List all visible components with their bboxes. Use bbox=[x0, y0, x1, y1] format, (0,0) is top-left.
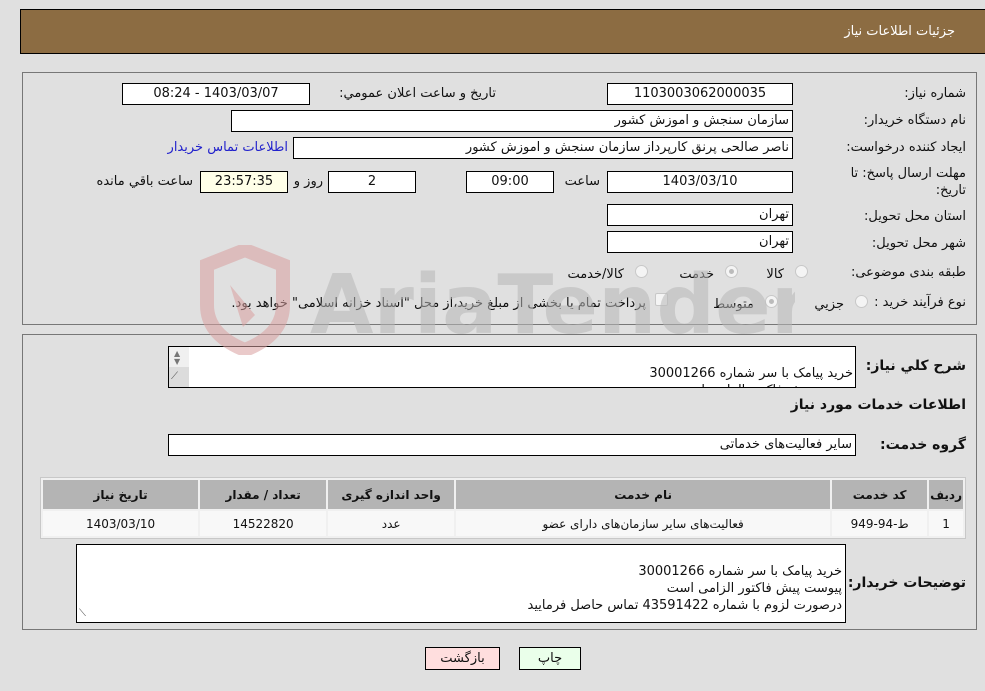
resize-grip-icon[interactable]: ⟋ bbox=[169, 367, 189, 387]
days-field: 2 bbox=[328, 171, 416, 193]
announce-label: تاریخ و ساعت اعلان عمومي: bbox=[339, 86, 496, 101]
days-label: روز و bbox=[293, 174, 323, 189]
cell-row-number: 1 bbox=[929, 511, 963, 536]
page-title: جزئیات اطلاعات نیاز bbox=[844, 24, 955, 39]
cell-quantity: 14522820 bbox=[200, 511, 327, 536]
need-number-label: شماره نیاز: bbox=[904, 86, 966, 101]
summary-textarea[interactable]: خرید پیامک با سر شماره 30001266 پیوست پی… bbox=[168, 346, 856, 388]
services-section-title: اطلاعات خدمات مورد نیاز bbox=[790, 397, 966, 413]
city-label: شهر محل تحویل: bbox=[871, 236, 966, 251]
city-field: تهران bbox=[607, 231, 793, 253]
creator-label: ایجاد کننده درخواست: bbox=[846, 140, 966, 155]
summary-scrollbar[interactable]: ▲ ▼ ⟋ bbox=[169, 347, 189, 387]
back-button[interactable]: بازگشت bbox=[425, 647, 500, 670]
remaining-label: ساعت باقي مانده bbox=[96, 174, 193, 189]
table-row: 1 ط-94-949 فعالیت‌های سایر سازمان‌های دا… bbox=[43, 511, 963, 536]
services-table: ردیف کد خدمت نام خدمت واحد اندازه گیری ت… bbox=[40, 477, 966, 539]
resize-grip-icon[interactable]: ⟋ bbox=[79, 605, 86, 622]
remaining-time-field: 23:57:35 bbox=[200, 171, 288, 193]
service-group-field: سایر فعالیت‌های خدماتی bbox=[168, 434, 856, 456]
category-option-goods: کالا bbox=[766, 267, 784, 282]
category-label: طبقه بندی موضوعی: bbox=[850, 265, 966, 280]
scroll-arrows-icon: ▲ ▼ bbox=[174, 349, 181, 366]
deadline-time-label: ساعت bbox=[564, 174, 600, 189]
col-quantity: تعداد / مقدار bbox=[200, 480, 327, 509]
cell-service-code: ط-94-949 bbox=[832, 511, 928, 536]
cell-unit: عدد bbox=[328, 511, 455, 536]
category-radio-goods-service[interactable] bbox=[635, 265, 648, 278]
province-field: تهران bbox=[607, 204, 793, 226]
buyer-contact-link[interactable]: اطلاعات تماس خریدار bbox=[168, 140, 288, 155]
deadline-label: مهلت ارسال پاسخ: تا تاریخ: bbox=[850, 166, 966, 198]
announce-field: 1403/03/07 - 08:24 bbox=[122, 83, 310, 105]
category-option-service: خدمت bbox=[679, 267, 714, 282]
services-panel: شرح کلي نیاز: خرید پیامک با سر شماره 300… bbox=[22, 334, 977, 630]
cell-service-name: فعالیت‌های سایر سازمان‌های دارای عضو bbox=[456, 511, 831, 536]
col-need-date: تاریخ نیاز bbox=[43, 480, 199, 509]
print-button[interactable]: چاپ bbox=[519, 647, 581, 670]
need-details-panel: شماره نیاز: 1103003062000035 تاریخ و ساع… bbox=[22, 72, 977, 325]
buyer-notes-label: توضیحات خریدار: bbox=[847, 575, 966, 591]
page-header: جزئیات اطلاعات نیاز bbox=[20, 9, 985, 54]
buyer-notes-text: خرید پیامک با سر شماره 30001266 پیوست پی… bbox=[527, 564, 842, 613]
process-option-minor: جزيي bbox=[814, 297, 844, 312]
category-option-goods-service: کالا/خدمت bbox=[567, 267, 624, 282]
process-radio-medium[interactable] bbox=[765, 295, 778, 308]
table-header-row: ردیف کد خدمت نام خدمت واحد اندازه گیری ت… bbox=[43, 480, 963, 509]
deadline-time-field: 09:00 bbox=[466, 171, 554, 193]
buyer-notes-textarea[interactable]: خرید پیامک با سر شماره 30001266 پیوست پی… bbox=[76, 544, 846, 623]
col-service-code: کد خدمت bbox=[832, 480, 928, 509]
category-radio-service[interactable] bbox=[725, 265, 738, 278]
col-row-number: ردیف bbox=[929, 480, 963, 509]
need-number-field: 1103003062000035 bbox=[607, 83, 793, 105]
deadline-date-field: 1403/03/10 bbox=[607, 171, 793, 193]
category-radio-goods[interactable] bbox=[795, 265, 808, 278]
buyer-org-label: نام دستگاه خریدار: bbox=[863, 113, 966, 128]
col-service-name: نام خدمت bbox=[456, 480, 831, 509]
process-label: نوع فرآیند خرید : bbox=[874, 295, 966, 310]
treasury-checkbox[interactable] bbox=[655, 293, 668, 306]
creator-field: ناصر صالحی پرنق کارپرداز سازمان سنجش و ا… bbox=[293, 137, 793, 159]
province-label: استان محل تحویل: bbox=[864, 209, 966, 224]
process-option-medium: متوسط bbox=[713, 297, 754, 312]
col-unit: واحد اندازه گیری bbox=[328, 480, 455, 509]
summary-text: خرید پیامک با سر شماره 30001266 پیوست پی… bbox=[649, 366, 853, 387]
process-radio-minor[interactable] bbox=[855, 295, 868, 308]
summary-label: شرح کلي نیاز: bbox=[865, 358, 966, 374]
buyer-org-field: سازمان سنجش و اموزش کشور bbox=[231, 110, 793, 132]
treasury-note: پرداخت تمام یا بخشی از مبلغ خرید،از محل … bbox=[231, 296, 646, 311]
service-group-label: گروه خدمت: bbox=[880, 437, 966, 453]
cell-need-date: 1403/03/10 bbox=[43, 511, 199, 536]
